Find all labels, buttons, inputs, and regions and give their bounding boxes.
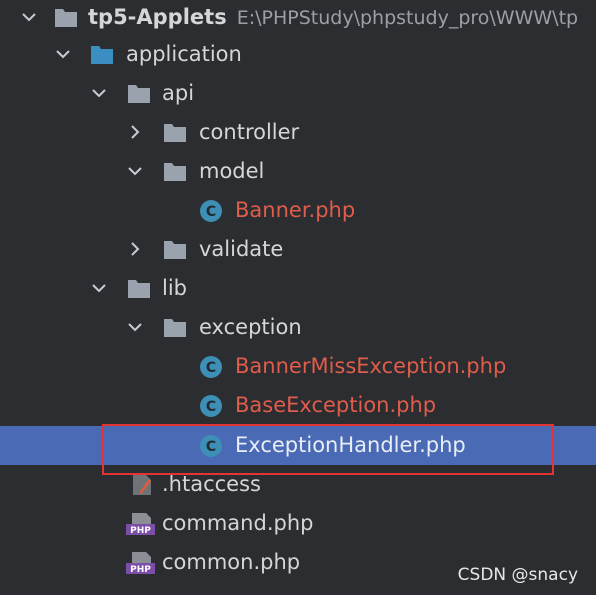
tree-row-command-php[interactable]: PHP command.php xyxy=(0,504,596,543)
folder-icon xyxy=(163,316,187,338)
svg-text:PHP: PHP xyxy=(130,565,151,575)
project-tree: tp5-Applets E:\PHPStudy\phpstudy_pro\WWW\… xyxy=(0,0,596,595)
php-file-icon: PHP xyxy=(126,512,155,536)
watermark: CSDN @snacy xyxy=(457,565,578,585)
chevron-down-icon[interactable] xyxy=(18,6,40,28)
tree-row-exception[interactable]: exception xyxy=(0,308,596,347)
folder-icon xyxy=(90,43,114,65)
tree-label-application: application xyxy=(126,42,242,66)
tree-row-model[interactable]: model xyxy=(0,152,596,191)
tree-row-controller[interactable]: controller xyxy=(0,113,596,152)
tree-label-banner-miss-exception: BannerMissException.php xyxy=(235,354,507,378)
tree-label-model: model xyxy=(199,159,265,183)
chevron-down-icon[interactable] xyxy=(124,316,146,338)
folder-icon xyxy=(163,238,187,260)
tree-label-lib: lib xyxy=(162,276,187,300)
folder-icon xyxy=(163,121,187,143)
tree-row-base-exception[interactable]: C BaseException.php xyxy=(0,386,596,425)
chevron-down-icon[interactable] xyxy=(124,160,146,182)
tree-row-api[interactable]: api xyxy=(0,74,596,113)
folder-icon xyxy=(127,277,151,299)
tree-row-lib[interactable]: lib xyxy=(0,269,596,308)
tree-label-common-php: common.php xyxy=(162,550,301,574)
chevron-down-icon[interactable] xyxy=(52,43,74,65)
folder-icon xyxy=(163,160,187,182)
project-name: tp5-Applets E:\PHPStudy\phpstudy_pro\WWW\… xyxy=(88,5,579,29)
tree-label-validate: validate xyxy=(199,237,284,261)
tree-label-base-exception: BaseException.php xyxy=(235,393,437,417)
svg-text:C: C xyxy=(206,399,216,415)
php-class-icon: C xyxy=(199,199,223,222)
php-class-icon: C xyxy=(199,355,223,378)
tree-label-api: api xyxy=(162,81,195,105)
highlight-annotation-box xyxy=(102,424,554,475)
project-path: E:\PHPStudy\phpstudy_pro\WWW\tp xyxy=(236,7,579,29)
php-file-icon: PHP xyxy=(126,551,155,575)
folder-icon xyxy=(127,82,151,104)
tree-row-validate[interactable]: validate xyxy=(0,230,596,269)
tree-label-controller: controller xyxy=(199,120,300,144)
tree-row-project-root[interactable]: tp5-Applets E:\PHPStudy\phpstudy_pro\WWW\… xyxy=(0,0,596,37)
php-class-icon: C xyxy=(199,394,223,417)
svg-text:PHP: PHP xyxy=(130,526,151,536)
svg-text:C: C xyxy=(206,204,216,220)
svg-text:C: C xyxy=(206,360,216,376)
folder-icon xyxy=(54,6,78,28)
chevron-right-icon[interactable] xyxy=(124,238,146,260)
chevron-down-icon[interactable] xyxy=(88,277,110,299)
tree-label-exception: exception xyxy=(199,315,302,339)
tree-label-command-php: command.php xyxy=(162,511,314,535)
htaccess-file-icon xyxy=(130,473,154,495)
tree-row-banner-php[interactable]: C Banner.php xyxy=(0,191,596,230)
tree-row-application[interactable]: application xyxy=(0,35,596,74)
chevron-down-icon[interactable] xyxy=(88,82,110,104)
chevron-right-icon[interactable] xyxy=(124,121,146,143)
tree-label-banner-php: Banner.php xyxy=(235,198,356,222)
tree-row-banner-miss-exception[interactable]: C BannerMissException.php xyxy=(0,347,596,386)
